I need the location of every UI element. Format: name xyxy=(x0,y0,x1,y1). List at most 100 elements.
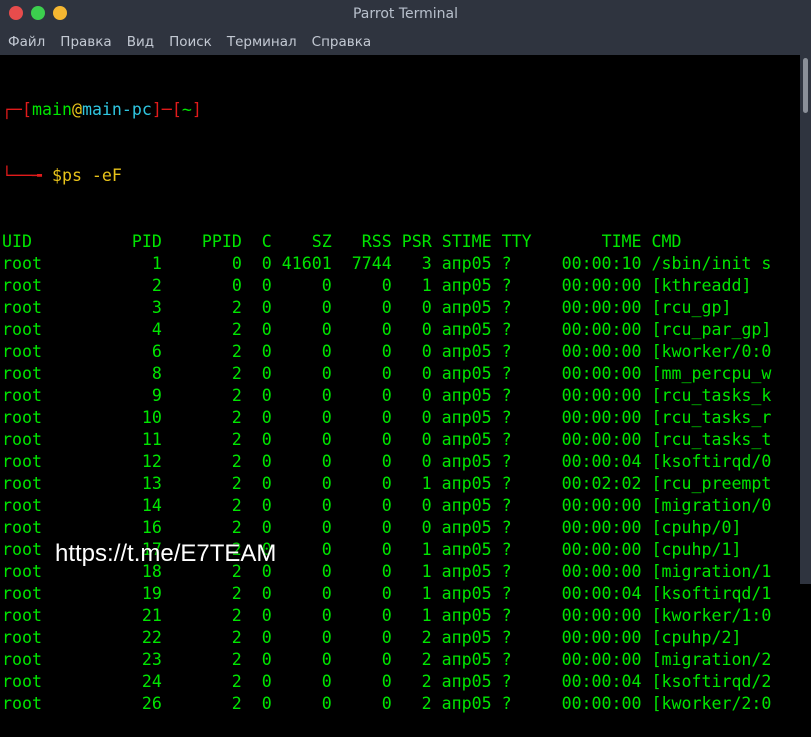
menu-edit[interactable]: Правка xyxy=(52,30,118,55)
cell-time: 00:00:00 xyxy=(561,408,642,427)
cell-sz: 41601 xyxy=(281,254,332,273)
cell-cmd: [kworker/1:0 xyxy=(651,606,772,625)
table-row: root 6 2 0 0 0 0 апр05 ? 00:00:00 [kwork… xyxy=(2,341,802,363)
cell-sz: 0 xyxy=(321,320,332,339)
cell-tty: ? xyxy=(501,452,512,471)
cell-pid: 12 xyxy=(141,452,162,471)
cell-stime: апр05 xyxy=(441,298,492,317)
cell-stime: апр05 xyxy=(441,694,492,713)
terminal-output[interactable]: ┌─[main@main-pc]─[~] └──╼ $ps -eF UID PI… xyxy=(0,55,802,713)
cell-time: 00:00:00 xyxy=(561,386,642,405)
cell-pid: 1 xyxy=(151,254,162,273)
cell-uid: root xyxy=(2,650,42,669)
cell-stime: апр05 xyxy=(441,650,492,669)
cell-psr: 2 xyxy=(421,650,432,669)
cell-sz: 0 xyxy=(321,452,332,471)
cell-cmd: [rcu_tasks_t xyxy=(651,430,772,449)
cell-sz: 0 xyxy=(321,540,332,559)
cell-ppid: 2 xyxy=(231,628,242,647)
cell-psr: 1 xyxy=(421,276,432,295)
cell-rss: 0 xyxy=(381,540,392,559)
cell-c: 0 xyxy=(261,276,272,295)
cell-tty: ? xyxy=(501,342,512,361)
cell-sz: 0 xyxy=(321,430,332,449)
cell-rss: 0 xyxy=(381,364,392,383)
menu-view[interactable]: Вид xyxy=(119,30,161,55)
cell-sz: 0 xyxy=(321,584,332,603)
cell-uid: root xyxy=(2,408,42,427)
table-row: root 4 2 0 0 0 0 апр05 ? 00:00:00 [rcu_p… xyxy=(2,319,802,341)
cell-c: 0 xyxy=(261,254,272,273)
table-row: root 23 2 0 0 0 2 апр05 ? 00:00:00 [migr… xyxy=(2,649,802,671)
cell-ppid: 2 xyxy=(231,386,242,405)
cell-c: C xyxy=(261,232,272,251)
table-row: root 14 2 0 0 0 0 апр05 ? 00:00:00 [migr… xyxy=(2,495,802,517)
scrollbar[interactable] xyxy=(800,55,811,584)
table-row: root 2 0 0 0 0 1 апр05 ? 00:00:00 [kthre… xyxy=(2,275,802,297)
menu-file[interactable]: Файл xyxy=(0,30,52,55)
cell-time: 00:00:00 xyxy=(561,276,642,295)
cell-psr: 0 xyxy=(421,452,432,471)
cell-tty: ? xyxy=(501,562,512,581)
cell-time: 00:00:00 xyxy=(561,540,642,559)
menu-help[interactable]: Справка xyxy=(304,30,378,55)
cell-uid: root xyxy=(2,496,42,515)
cell-c: 0 xyxy=(261,386,272,405)
cell-ppid: 2 xyxy=(231,364,242,383)
cell-c: 0 xyxy=(261,584,272,603)
cell-time: TIME xyxy=(601,232,642,251)
cell-tty: ? xyxy=(501,606,512,625)
cell-tty: ? xyxy=(501,364,512,383)
cell-sz: 0 xyxy=(321,276,332,295)
cell-rss: 0 xyxy=(381,320,392,339)
cell-tty: ? xyxy=(501,518,512,537)
cell-rss: 0 xyxy=(381,518,392,537)
table-row: root 8 2 0 0 0 0 апр05 ? 00:00:00 [mm_pe… xyxy=(2,363,802,385)
cell-sz: 0 xyxy=(321,628,332,647)
menu-terminal[interactable]: Терминал xyxy=(219,30,304,55)
cell-ppid: 2 xyxy=(231,694,242,713)
cell-sz: 0 xyxy=(321,672,332,691)
cell-time: 00:00:00 xyxy=(561,562,642,581)
cell-psr: 1 xyxy=(421,474,432,493)
cell-time: 00:00:00 xyxy=(561,606,642,625)
cell-time: 00:00:00 xyxy=(561,496,642,515)
cell-c: 0 xyxy=(261,320,272,339)
cell-c: 0 xyxy=(261,606,272,625)
cell-psr: 0 xyxy=(421,364,432,383)
cell-ppid: 2 xyxy=(231,430,242,449)
cell-rss: 0 xyxy=(381,276,392,295)
cell-stime: апр05 xyxy=(441,606,492,625)
cell-uid: root xyxy=(2,254,42,273)
prompt-symbol: $ xyxy=(51,166,62,185)
cell-uid: root xyxy=(2,430,42,449)
cell-pid: PID xyxy=(131,232,162,251)
cell-psr: 0 xyxy=(421,386,432,405)
cell-time: 00:00:04 xyxy=(561,452,642,471)
cell-uid: root xyxy=(2,584,42,603)
table-row: root 11 2 0 0 0 0 апр05 ? 00:00:00 [rcu_… xyxy=(2,429,802,451)
cell-ppid: 0 xyxy=(231,254,242,273)
cell-tty: ? xyxy=(501,276,512,295)
cell-uid: root xyxy=(2,628,42,647)
table-row: root 19 2 0 0 0 1 апр05 ? 00:00:04 [ksof… xyxy=(2,583,802,605)
menu-search[interactable]: Поиск xyxy=(161,30,219,55)
command-text: ps -eF xyxy=(61,166,122,185)
prompt-at: @ xyxy=(71,100,82,119)
cell-uid: root xyxy=(2,452,42,471)
cell-stime: апр05 xyxy=(441,518,492,537)
scrollbar-thumb[interactable] xyxy=(803,58,808,113)
cell-stime: апр05 xyxy=(441,562,492,581)
cell-stime: апр05 xyxy=(441,430,492,449)
cell-stime: апр05 xyxy=(441,452,492,471)
table-row: root 1 0 0 41601 7744 3 апр05 ? 00:00:10… xyxy=(2,253,802,275)
cell-psr: 1 xyxy=(421,606,432,625)
cell-time: 00:00:00 xyxy=(561,430,642,449)
cell-sz: 0 xyxy=(321,518,332,537)
cell-sz: 0 xyxy=(321,496,332,515)
table-header: UID PID PPID C SZ RSS PSR STIME TTY TIME… xyxy=(2,231,802,253)
cell-rss: 0 xyxy=(381,606,392,625)
cell-sz: 0 xyxy=(321,386,332,405)
cell-stime: апр05 xyxy=(441,276,492,295)
cell-ppid: 2 xyxy=(231,474,242,493)
